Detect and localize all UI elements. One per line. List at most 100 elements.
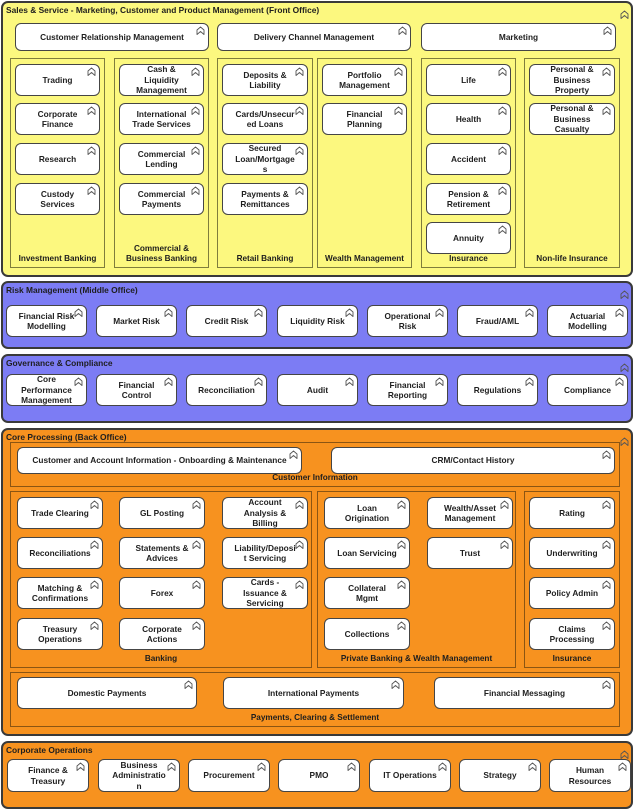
capability-box[interactable]: Policy Admin — [529, 577, 615, 609]
capability-box[interactable]: Corporate Actions — [119, 618, 205, 650]
capability-box[interactable]: Research — [15, 143, 100, 175]
risk-capability-box[interactable]: Liquidity Risk — [277, 305, 358, 337]
business-function-icon — [76, 762, 85, 771]
corporate-capability-box[interactable]: Procurement — [188, 759, 270, 792]
business-function-icon — [603, 26, 612, 35]
business-function-icon — [257, 762, 266, 771]
capability-label: Reconciliation — [198, 384, 255, 395]
capability-box[interactable]: Cards/Unsecured Loans — [222, 103, 308, 135]
capability-label: Collateral Mgmt — [348, 582, 386, 603]
capability-box[interactable]: Underwriting — [529, 537, 615, 569]
capability-box[interactable]: Personal & Business Property — [529, 64, 615, 96]
corporate-capability-box[interactable]: IT Operations — [369, 759, 451, 792]
capability-box[interactable]: Pension & Retirement — [426, 183, 511, 215]
capability-box[interactable]: CRM/Contact History — [331, 447, 615, 474]
capability-box[interactable]: Payments & Remittances — [222, 183, 308, 215]
capability-label: Accident — [450, 153, 487, 164]
business-function-icon — [295, 186, 304, 195]
business-function-icon — [498, 146, 507, 155]
group-label: Banking — [144, 654, 178, 664]
governance-capability-box[interactable]: Audit — [277, 374, 358, 406]
capability-box[interactable]: Rating — [529, 497, 615, 529]
business-function-icon — [295, 146, 304, 155]
capability-box[interactable]: Personal & Business Casualty — [529, 103, 615, 135]
capability-box[interactable]: Accident — [426, 143, 511, 175]
business-function-icon — [191, 67, 200, 76]
capability-box[interactable]: Cash & Liquidity Management — [119, 64, 204, 96]
business-function-icon — [620, 286, 629, 299]
corporate-capability-box[interactable]: Human Resources — [549, 759, 631, 792]
business-function-icon — [615, 308, 624, 317]
business-function-icon — [345, 377, 354, 386]
capability-box[interactable]: Life — [426, 64, 511, 96]
business-function-icon — [184, 680, 193, 689]
capability-box[interactable]: Wealth/Asset Management — [427, 497, 513, 529]
governance-capability-box[interactable]: Reconciliation — [186, 374, 267, 406]
capability-label: Payments & Remittances — [240, 188, 290, 209]
capability-box[interactable]: International Trade Services — [119, 103, 204, 135]
capability-box[interactable]: Collateral Mgmt — [324, 577, 410, 609]
capability-box[interactable]: Secured Loan/Mortgages — [222, 143, 308, 175]
capability-box[interactable]: Loan Origination — [324, 497, 410, 529]
capability-box[interactable]: Statements & Advices — [119, 537, 205, 569]
capability-box[interactable]: Collections — [324, 618, 410, 650]
business-function-icon — [435, 377, 444, 386]
corporate-capability-box[interactable]: Strategy — [459, 759, 541, 792]
capability-label: Portfolio Management — [339, 69, 390, 90]
capability-box[interactable]: Liability/Deposit Servicing — [222, 537, 308, 569]
capability-box[interactable]: Customer and Account Information - Onboa… — [17, 447, 302, 474]
capability-box[interactable]: Domestic Payments — [17, 677, 197, 709]
business-function-icon — [90, 500, 99, 509]
capability-label: Loan Origination — [344, 502, 390, 523]
capability-box[interactable]: Loan Servicing — [324, 537, 410, 569]
capability-label: Treasury Operations — [38, 623, 82, 644]
top-capability-box[interactable]: Delivery Channel Management — [217, 23, 411, 51]
governance-capability-box[interactable]: Compliance — [547, 374, 628, 406]
capability-box[interactable]: Treasury Operations — [17, 618, 103, 650]
capability-box[interactable]: Health — [426, 103, 511, 135]
capability-box[interactable]: Trust — [427, 537, 513, 569]
risk-capability-box[interactable]: Operational Risk — [367, 305, 448, 337]
top-capability-box[interactable]: Marketing — [421, 23, 616, 51]
capability-box[interactable]: Financial Messaging — [434, 677, 615, 709]
governance-capability-box[interactable]: Regulations — [457, 374, 538, 406]
capability-box[interactable]: Matching & Confirmations — [17, 577, 103, 609]
business-function-icon — [192, 580, 201, 589]
capability-box[interactable]: International Payments — [223, 677, 404, 709]
capability-box[interactable]: Claims Processing — [529, 618, 615, 650]
capability-label: Customer and Account Information - Onboa… — [32, 455, 287, 466]
capability-label: Business Administration — [112, 759, 166, 791]
capability-box[interactable]: Cards - Issuance & Servicing — [222, 577, 308, 609]
capability-box[interactable]: Commercial Payments — [119, 183, 204, 215]
capability-box[interactable]: Financial Planning — [322, 103, 407, 135]
capability-box[interactable]: Corporate Finance — [15, 103, 100, 135]
business-function-icon — [90, 580, 99, 589]
capability-box[interactable]: Custody Services — [15, 183, 100, 215]
capability-box[interactable]: Reconciliations — [17, 537, 103, 569]
capability-box[interactable]: GL Posting — [119, 497, 205, 529]
capability-box[interactable]: Annuity — [426, 222, 511, 254]
capability-label: Customer Relationship Management — [40, 31, 184, 42]
capability-box[interactable]: Deposits & Liability — [222, 64, 308, 96]
capability-box[interactable]: Trading — [15, 64, 100, 96]
governance-capability-box[interactable]: Financial Reporting — [367, 374, 448, 406]
risk-capability-box[interactable]: Financial Risk Modelling — [6, 305, 87, 337]
capability-box[interactable]: Portfolio Management — [322, 64, 407, 96]
capability-box[interactable]: Trade Clearing — [17, 497, 103, 529]
risk-capability-box[interactable]: Credit Risk — [186, 305, 267, 337]
capability-box[interactable]: Commercial Lending — [119, 143, 204, 175]
corporate-capability-box[interactable]: Finance & Treasury — [7, 759, 89, 792]
risk-capability-box[interactable]: Actuarial Modelling — [547, 305, 628, 337]
business-function-icon — [498, 186, 507, 195]
governance-capability-box[interactable]: Financial Control — [96, 374, 177, 406]
capability-label: Personal & Business Casualty — [550, 103, 594, 135]
corporate-capability-box[interactable]: Business Administration — [98, 759, 180, 792]
group-label: Customer Information — [272, 473, 358, 483]
governance-capability-box[interactable]: Core Performance Management — [6, 374, 87, 406]
capability-box[interactable]: Account Analysis & Billing — [222, 497, 308, 529]
top-capability-box[interactable]: Customer Relationship Management — [15, 23, 209, 51]
capability-box[interactable]: Forex — [119, 577, 205, 609]
risk-capability-box[interactable]: Market Risk — [96, 305, 177, 337]
corporate-capability-box[interactable]: PMO — [278, 759, 360, 792]
risk-capability-box[interactable]: Fraud/AML — [457, 305, 538, 337]
